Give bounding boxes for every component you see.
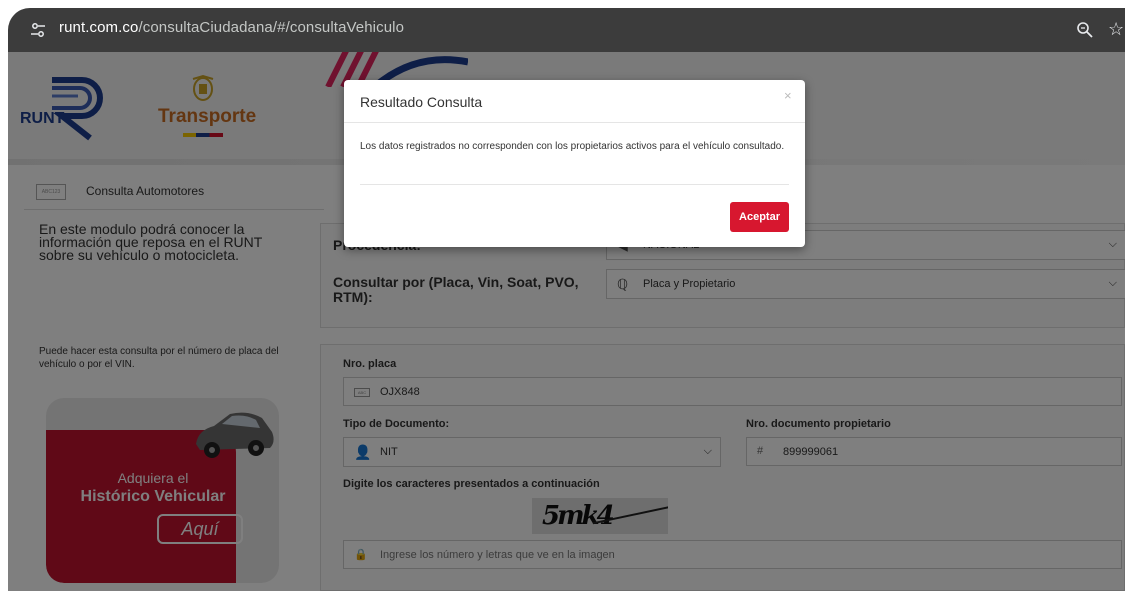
lock-icon: 🔒 [354, 549, 368, 561]
modal-message: Los datos registrados no corresponden co… [360, 141, 785, 152]
browser-toolbar: runt.com.co/consultaCiudadana/#/consulta… [0, 0, 1125, 52]
plate-icon: ABC123 [36, 184, 66, 200]
tune-icon[interactable] [30, 22, 46, 38]
runt-logo-text: RUNT [20, 110, 65, 127]
vehicle-data-panel: Nro. placa ABC OJX848 Tipo de Documento:… [320, 344, 1125, 591]
captcha-label: Digite los caracteres presentados a cont… [343, 478, 600, 490]
transporte-logo-text: Transporte [158, 106, 257, 127]
resultado-consulta-modal: Resultado Consulta × Los datos registrad… [344, 80, 805, 247]
promo-line1: Adquiera el [117, 470, 189, 486]
car-icon [196, 412, 274, 458]
intro-text: En este modulo podrá conocer la informac… [39, 221, 263, 263]
address-bar[interactable]: runt.com.co/consultaCiudadana/#/consulta… [8, 8, 1125, 52]
hint-text: Puede hacer esta consulta por el número … [39, 346, 279, 370]
tipo-documento-select[interactable]: 👤 NIT ⌵ [343, 437, 721, 467]
chevron-down-icon: ⌵ [1108, 238, 1117, 250]
close-icon[interactable]: × [784, 88, 792, 103]
tipo-documento-label: Tipo de Documento: [343, 418, 450, 430]
chevron-down-icon: ⌵ [703, 445, 712, 457]
flag-stripe [183, 133, 223, 137]
captcha-input[interactable]: 🔒 Ingrese los número y letras que ve en … [343, 540, 1122, 569]
chevron-down-icon: ⌵ [1108, 277, 1117, 289]
crest-icon [192, 74, 214, 101]
promo-aqui-button[interactable]: Aquí [157, 514, 243, 544]
placa-label: Nro. placa [343, 358, 397, 370]
consultar-por-select[interactable]: ℚ Placa y Propietario ⌵ [606, 269, 1125, 299]
nro-documento-input[interactable]: # 899999061 [746, 437, 1122, 466]
modal-divider [360, 184, 789, 185]
tab-consulta-automotores[interactable]: ABC123 Consulta Automotores [24, 174, 324, 210]
consultar-por-label: Consultar por (Placa, Vin, Soat, PVO, RT… [333, 274, 579, 305]
modal-header: Resultado Consulta × [344, 80, 805, 123]
zoom-icon[interactable] [1076, 21, 1094, 39]
plate-icon: ABC [354, 388, 370, 397]
captcha-image: 5mk4 [532, 498, 668, 534]
hash-icon: # [757, 445, 764, 457]
tab-label: Consulta Automotores [86, 184, 205, 198]
star-icon[interactable]: ☆ [1108, 20, 1125, 38]
nro-documento-label: Nro. documento propietario [746, 418, 891, 430]
url-text[interactable]: runt.com.co/consultaCiudadana/#/consulta… [59, 19, 404, 36]
search-icon: ℚ [617, 276, 629, 292]
promo-line2: Histórico Vehicular [80, 488, 226, 505]
promo-banner[interactable]: Adquiera el Histórico Vehicular Aquí [46, 398, 279, 583]
user-icon: 👤 [354, 444, 372, 460]
placa-input[interactable]: ABC OJX848 [343, 377, 1122, 406]
modal-title: Resultado Consulta [360, 94, 483, 110]
aceptar-button[interactable]: Aceptar [730, 202, 789, 232]
